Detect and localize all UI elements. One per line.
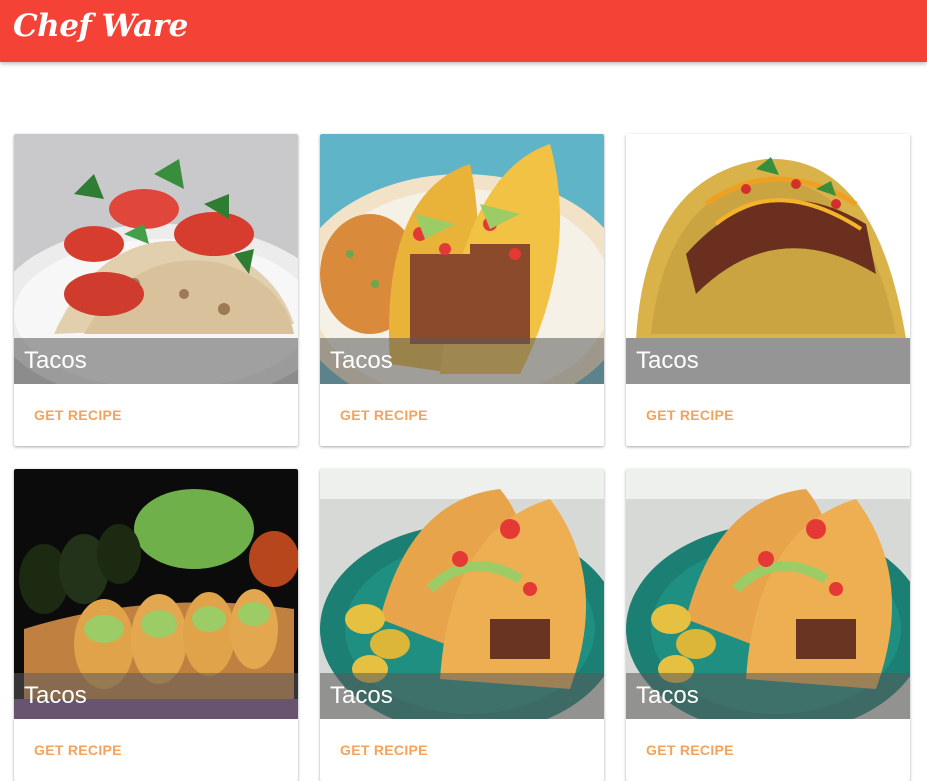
- recipe-title: Tacos: [320, 673, 604, 719]
- get-recipe-button[interactable]: GET RECIPE: [646, 742, 734, 758]
- recipe-title: Tacos: [626, 338, 910, 384]
- recipe-card: Tacos GET RECIPE: [320, 469, 604, 781]
- recipe-card: Tacos GET RECIPE: [14, 134, 298, 446]
- recipe-card: Tacos GET RECIPE: [320, 134, 604, 446]
- get-recipe-button[interactable]: GET RECIPE: [646, 407, 734, 423]
- app-bar: Chef Ware: [0, 0, 927, 62]
- get-recipe-button[interactable]: GET RECIPE: [340, 742, 428, 758]
- recipe-title: Tacos: [14, 673, 298, 719]
- get-recipe-button[interactable]: GET RECIPE: [340, 407, 428, 423]
- recipe-card: Tacos GET RECIPE: [626, 134, 910, 446]
- recipe-title: Tacos: [626, 673, 910, 719]
- brand-logo[interactable]: Chef Ware: [13, 6, 188, 46]
- get-recipe-button[interactable]: GET RECIPE: [34, 407, 122, 423]
- recipe-card: Tacos GET RECIPE: [626, 469, 910, 781]
- recipe-title: Tacos: [320, 338, 604, 384]
- recipe-card: Tacos GET RECIPE: [14, 469, 298, 781]
- recipe-title: Tacos: [14, 338, 298, 384]
- get-recipe-button[interactable]: GET RECIPE: [34, 742, 122, 758]
